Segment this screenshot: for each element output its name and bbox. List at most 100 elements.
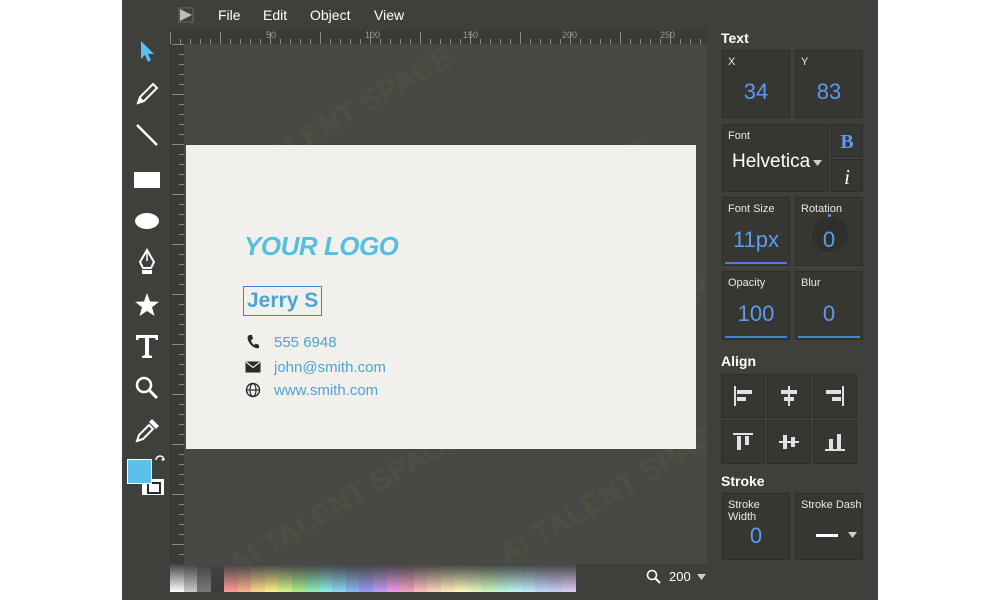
eyedropper-icon xyxy=(135,419,159,443)
card-logo-text[interactable]: YOUR LOGO xyxy=(244,231,399,262)
menu-file[interactable]: File xyxy=(218,7,241,23)
opacity-label: Opacity xyxy=(728,277,766,289)
font-size-value[interactable]: 11px xyxy=(723,227,789,253)
stroke-width-value[interactable]: 0 xyxy=(723,523,789,549)
align-middle-icon xyxy=(779,435,799,449)
rotation-field[interactable]: Rotation 0 xyxy=(795,197,863,266)
text-tool-button[interactable] xyxy=(131,330,163,362)
chevron-down-icon[interactable] xyxy=(696,573,706,580)
font-field[interactable]: Font Helvetica xyxy=(722,124,829,192)
font-dropdown-chevron-icon[interactable] xyxy=(813,160,822,166)
align-top-icon xyxy=(733,433,753,450)
stroke-dash-field[interactable]: Stroke Dash xyxy=(795,493,863,560)
text-section-title: Text xyxy=(721,30,749,46)
pencil-tool-button[interactable] xyxy=(131,78,163,110)
align-bottom-button[interactable] xyxy=(813,420,857,464)
zoom-magnifier-icon xyxy=(646,569,661,584)
font-size-label: Font Size xyxy=(728,203,775,215)
select-tool-button[interactable] xyxy=(131,35,163,67)
website-row: www.smith.com xyxy=(244,380,378,400)
align-right-icon xyxy=(826,386,844,406)
stroke-width-field[interactable]: Stroke Width 0 xyxy=(722,493,790,560)
stroke-width-label: Stroke Width xyxy=(728,499,760,523)
pencil-icon xyxy=(136,82,159,105)
bold-label: B xyxy=(840,131,854,153)
italic-label: i xyxy=(844,165,850,189)
x-label: X xyxy=(728,56,736,68)
y-value[interactable]: 83 xyxy=(796,79,862,105)
stroke-dash-chevron-icon[interactable] xyxy=(848,532,857,538)
top-ruler-label: 150 xyxy=(463,30,479,40)
font-value[interactable]: Helvetica xyxy=(732,151,810,173)
zoom-control[interactable]: 200 xyxy=(646,569,706,584)
align-middle-button[interactable] xyxy=(767,420,811,464)
top-ruler-label: 100 xyxy=(365,30,381,40)
phone-row: 555 6948 xyxy=(244,332,337,352)
top-ruler: 50 100 150 200 250 xyxy=(170,30,707,44)
phone-icon xyxy=(244,333,262,351)
text-t-icon xyxy=(136,335,158,358)
fill-color-swatch[interactable] xyxy=(127,459,152,484)
font-size-field[interactable]: Font Size 11px xyxy=(722,197,790,266)
font-label: Font xyxy=(728,130,751,142)
opacity-value[interactable]: 100 xyxy=(723,301,789,327)
star-icon xyxy=(135,293,159,316)
align-left-button[interactable] xyxy=(721,374,765,418)
business-card-canvas[interactable]: YOUR LOGO Jerry S 555 6948 john@smith.co… xyxy=(186,145,696,449)
menu-edit[interactable]: Edit xyxy=(263,7,287,23)
x-field[interactable]: X 34 xyxy=(722,50,790,118)
blur-underline xyxy=(798,336,860,338)
menu-view[interactable]: View xyxy=(374,7,404,23)
app-window: File Edit Object View 50 100 150 200 250… xyxy=(122,0,878,600)
align-top-button[interactable] xyxy=(721,420,765,464)
properties-panel: Text X 34 Y 83 Font Helvetica B i Font S… xyxy=(707,0,878,600)
y-field[interactable]: Y 83 xyxy=(795,50,863,118)
align-section-title: Align xyxy=(721,353,756,369)
menu-bar: File Edit Object View xyxy=(122,0,707,30)
rotation-label: Rotation xyxy=(801,203,842,215)
align-center-button[interactable] xyxy=(767,374,811,418)
swap-colors-icon[interactable] xyxy=(154,455,166,467)
work-area: AI TALENT SPACE AI TALENT SPACE AI TALEN… xyxy=(184,40,768,581)
magnifier-icon xyxy=(135,376,159,400)
left-ruler xyxy=(170,44,184,564)
italic-button[interactable]: i xyxy=(831,159,863,192)
stroke-section-title: Stroke xyxy=(721,473,765,489)
align-right-button[interactable] xyxy=(813,374,857,418)
align-center-icon xyxy=(781,386,797,406)
eyedropper-tool-button[interactable] xyxy=(131,415,163,447)
blur-value[interactable]: 0 xyxy=(796,301,862,327)
rectangle-tool-button[interactable] xyxy=(131,164,163,196)
bold-button[interactable]: B xyxy=(831,124,863,157)
top-ruler-label: 200 xyxy=(562,30,578,40)
email-text[interactable]: john@smith.com xyxy=(274,359,386,376)
line-tool-button[interactable] xyxy=(131,119,163,151)
star-tool-button[interactable] xyxy=(131,289,163,321)
pen-nib-icon xyxy=(138,248,156,274)
font-size-underline xyxy=(725,262,787,264)
blur-field[interactable]: Blur 0 xyxy=(795,271,863,340)
envelope-icon xyxy=(244,358,262,376)
website-text[interactable]: www.smith.com xyxy=(274,382,378,399)
ellipse-tool-button[interactable] xyxy=(131,205,163,237)
ellipse-icon xyxy=(135,213,159,229)
menu-object[interactable]: Object xyxy=(310,7,350,23)
phone-text[interactable]: 555 6948 xyxy=(274,334,337,351)
pen-tool-button[interactable] xyxy=(131,246,163,278)
blur-label: Blur xyxy=(801,277,821,289)
arrow-pointer-icon xyxy=(141,41,154,62)
card-name-text[interactable]: Jerry S xyxy=(243,286,323,316)
zoom-tool-button[interactable] xyxy=(131,372,163,404)
opacity-field[interactable]: Opacity 100 xyxy=(722,271,790,340)
rectangle-icon xyxy=(134,172,160,188)
x-value[interactable]: 34 xyxy=(723,79,789,105)
zoom-value[interactable]: 200 xyxy=(669,569,691,584)
top-ruler-label: 50 xyxy=(266,30,277,40)
rotation-value[interactable]: 0 xyxy=(796,227,862,253)
y-label: Y xyxy=(801,56,809,68)
align-left-icon xyxy=(734,386,752,406)
line-icon xyxy=(136,124,158,146)
app-logo-icon xyxy=(178,7,194,23)
color-palette[interactable] xyxy=(170,564,576,592)
email-row: john@smith.com xyxy=(244,357,386,377)
